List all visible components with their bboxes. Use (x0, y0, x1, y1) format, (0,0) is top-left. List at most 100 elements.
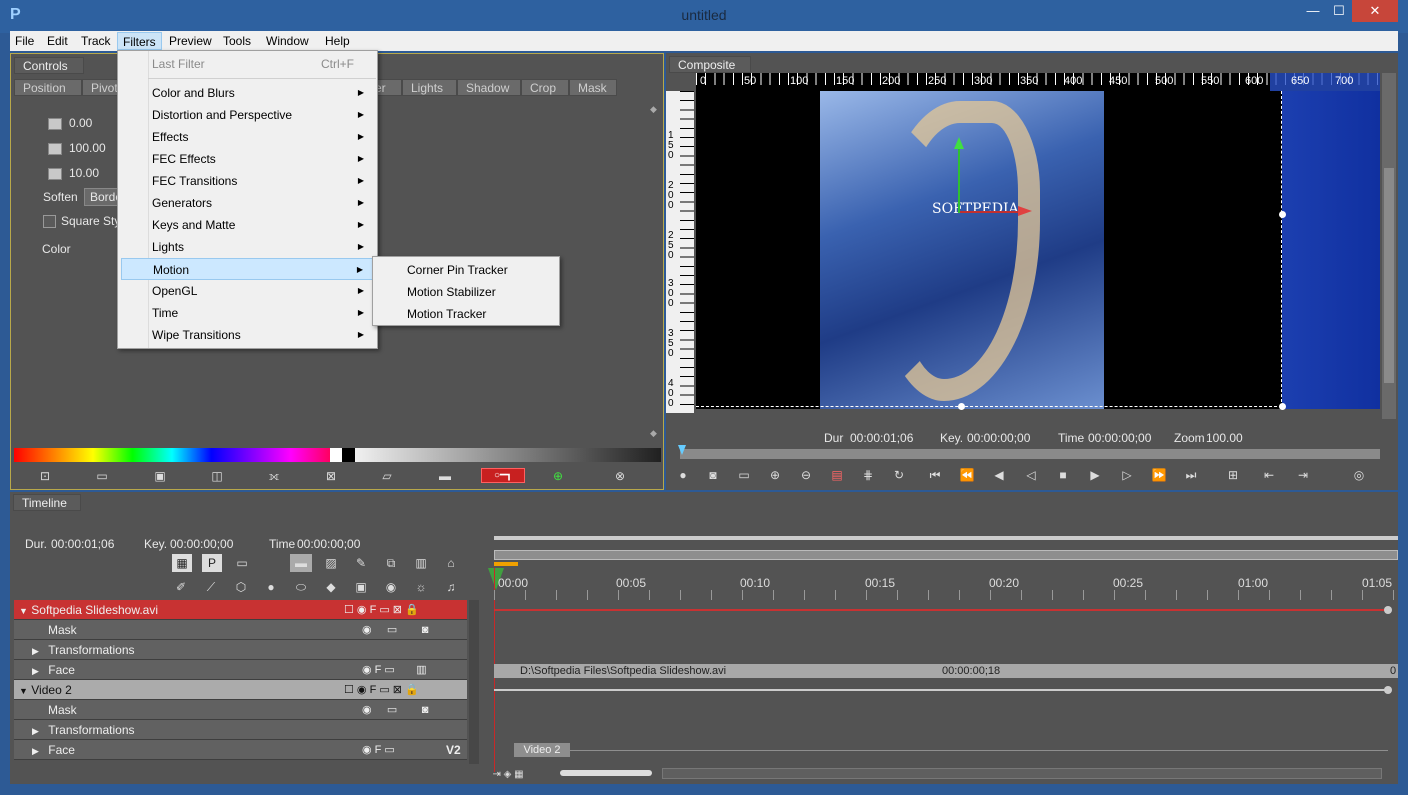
go-to-start-icon[interactable]: ⏮ (926, 466, 944, 484)
layer-icon[interactable]: ▭ (232, 554, 252, 572)
frame-icon[interactable]: ▭ (93, 467, 111, 485)
menu-track[interactable]: Track (76, 32, 116, 50)
cube-icon[interactable]: ⬡ (232, 578, 250, 596)
brush-icon[interactable]: ⟋ (202, 578, 220, 596)
composite-vscrollbar[interactable] (1382, 73, 1396, 419)
menuitem-time[interactable]: Time ▶ (121, 302, 374, 324)
expand-icon[interactable]: ▶ (32, 666, 39, 676)
menuitem-wipe-transitions[interactable]: Wipe Transitions ▶ (121, 324, 374, 346)
skew-icon[interactable]: ▱ (378, 467, 396, 485)
track-face[interactable]: ▶ Face ◉ F ▭ V2 (14, 740, 467, 760)
menuitem-motion-stabilizer[interactable]: Motion Stabilizer (376, 281, 558, 303)
square-style-checkbox[interactable] (43, 215, 56, 228)
mark-out-icon[interactable]: ⇥ (1294, 466, 1312, 484)
grayscale-bar[interactable] (355, 448, 661, 462)
folder-icon[interactable]: ⌂ (442, 554, 460, 572)
stop-icon[interactable]: ■ (1054, 466, 1072, 484)
record-icon[interactable]: ● (676, 466, 690, 484)
menuitem-generators[interactable]: Generators ▶ (121, 192, 374, 214)
reset-icon[interactable]: ⊡ (36, 467, 54, 485)
menuitem-fec-effects[interactable]: FEC Effects ▶ (121, 148, 374, 170)
track-transformations[interactable]: ▶ Transformations (14, 640, 467, 660)
play-icon[interactable]: ▶ (1086, 466, 1104, 484)
vscroll-thumb[interactable] (1384, 168, 1394, 383)
collapse-icon[interactable]: ▼ (19, 686, 28, 696)
subtab-lights[interactable]: Lights (402, 79, 457, 96)
key-icon[interactable]: ○━┓ (481, 468, 525, 483)
track-face[interactable]: ▶ Face ◉ F ▭ ▥ (14, 660, 467, 680)
track-list-scrollbar[interactable] (469, 600, 479, 764)
menuitem-distortion[interactable]: Distortion and Perspective ▶ (121, 104, 374, 126)
controls-scrollbar[interactable]: ◆ ◆ (650, 104, 660, 444)
menu-filters[interactable]: Filters (117, 32, 162, 50)
cylinder-icon[interactable]: ⬭ (292, 578, 310, 596)
expand-icon[interactable]: ▶ (32, 646, 39, 656)
timeline-range-slider[interactable] (494, 550, 1398, 560)
snapshot-icon[interactable]: ◎ (1350, 466, 1368, 484)
step-forward-icon[interactable]: ▷ (1118, 466, 1136, 484)
tab-timeline[interactable]: Timeline (13, 494, 81, 511)
clear-icon[interactable]: ⊗ (611, 467, 629, 485)
color-spectrum-bar[interactable] (14, 448, 330, 462)
selection-box[interactable] (696, 91, 1282, 407)
track-visibility-icons[interactable]: ☐ ◉ F ▭ ⊠ 🔒 (344, 680, 419, 700)
clip-bar[interactable]: D:\Softpedia Files\Softpedia Slideshow.a… (494, 664, 1398, 678)
subtab-mask[interactable]: Mask (569, 79, 617, 96)
menu-window[interactable]: Window (261, 32, 314, 50)
menuitem-opengl[interactable]: OpenGL ▶ (121, 280, 374, 302)
pen-icon[interactable]: ✎ (352, 554, 370, 572)
keyboard-icon[interactable]: ▦ (172, 554, 192, 572)
menuitem-last-filter[interactable]: Last Filter Ctrl+F (121, 53, 374, 75)
film-icon[interactable]: ▥ (412, 554, 430, 572)
menu-preview[interactable]: Preview (164, 32, 217, 50)
crop-frame-icon[interactable]: ⊠ (322, 467, 340, 485)
target-icon[interactable]: ⊕ (549, 467, 567, 485)
edit-icon[interactable]: ✐ (172, 578, 190, 596)
diamond-icon[interactable]: ◆ (322, 578, 340, 596)
mark-in-icon[interactable]: ⇤ (1260, 466, 1278, 484)
value-field-2[interactable]: 100.00 (69, 141, 106, 155)
menu-file[interactable]: File (10, 32, 39, 50)
camera-icon[interactable]: ◉ (382, 578, 400, 596)
solid-layer-icon[interactable]: ▬ (290, 554, 312, 572)
black-swatch[interactable] (342, 448, 355, 462)
light-icon[interactable]: ☼ (412, 578, 430, 596)
tab-controls[interactable]: Controls (14, 57, 84, 74)
value-field-1[interactable]: 0.00 (69, 116, 92, 130)
close-button[interactable]: ✕ (1352, 0, 1398, 22)
prev-key-icon[interactable]: ⏪ (958, 466, 976, 484)
track-transformations[interactable]: ▶ Transformations (14, 720, 467, 740)
selection-handle[interactable] (1279, 403, 1286, 410)
track-sub-icons[interactable]: ◉ ▭ ◙ (362, 700, 428, 720)
tab-composite[interactable]: Composite (669, 56, 751, 73)
grid-icon[interactable]: ⋕ (859, 466, 877, 484)
timeline-hscrollbar[interactable] (662, 768, 1382, 779)
subtab-crop[interactable]: Crop (521, 79, 569, 96)
track-mask[interactable]: Mask ◉ ▭ ◙ (14, 700, 467, 720)
loop-icon[interactable]: ↻ (890, 466, 908, 484)
perspective-icon[interactable]: ⟗ (265, 467, 283, 485)
value-swatch[interactable] (48, 118, 62, 130)
frame-glow-icon[interactable]: ▣ (151, 467, 169, 485)
gradient-icon[interactable]: ▨ (320, 554, 342, 572)
track-video-2[interactable]: ▼ Video 2 ☐ ◉ F ▭ ⊠ 🔒 (14, 680, 467, 700)
layer-end-handle[interactable] (1384, 686, 1392, 694)
value-swatch[interactable] (48, 143, 62, 155)
scrub-bar[interactable] (680, 449, 1380, 459)
subtab-position[interactable]: Position (14, 79, 82, 96)
track-softpedia-slideshow[interactable]: ▼ Softpedia Slideshow.avi ☐ ◉ F ▭ ⊠ 🔒 (14, 600, 467, 620)
menuitem-corner-pin-tracker[interactable]: Corner Pin Tracker (376, 259, 558, 281)
subtab-shadow[interactable]: Shadow (457, 79, 521, 96)
track-mask[interactable]: Mask ◉ ▭ ◙ (14, 620, 467, 640)
menuitem-motion[interactable]: Motion ▶ (121, 258, 374, 280)
preview-mode-icon[interactable]: ◙ (704, 466, 722, 484)
zoom-in-icon[interactable]: ⊕ (766, 466, 784, 484)
track-sub-icons[interactable]: ◉ F ▭ ▥ (362, 660, 427, 680)
layer-bar-grey[interactable] (494, 689, 1390, 691)
work-area-bar[interactable] (494, 536, 1398, 540)
split-frame-icon[interactable]: ◫ (208, 467, 226, 485)
menuitem-keys-and-matte[interactable]: Keys and Matte ▶ (121, 214, 374, 236)
link-icon[interactable]: ⧉ (382, 554, 400, 572)
parking-icon[interactable]: P (202, 554, 222, 572)
layer-bar-red[interactable] (494, 609, 1390, 611)
